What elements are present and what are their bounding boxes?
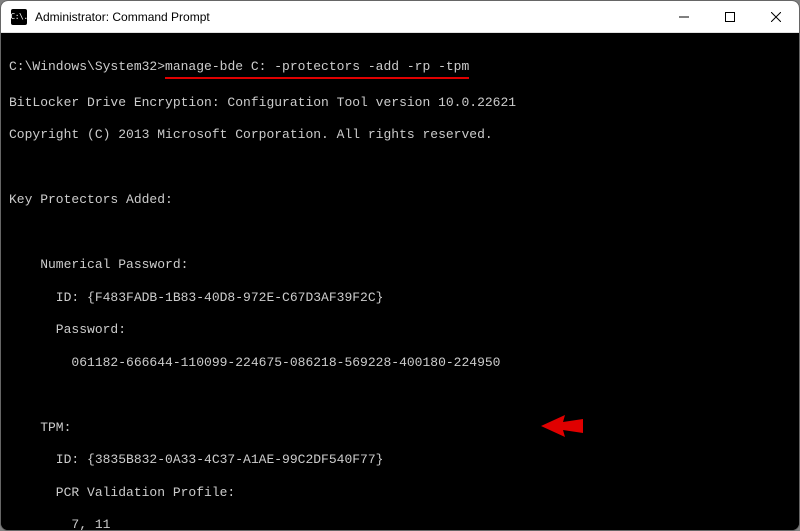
maximize-icon <box>725 12 735 22</box>
output-line: Copyright (C) 2013 Microsoft Corporation… <box>9 127 791 143</box>
window-controls <box>661 1 799 32</box>
cmd-window: C:\. Administrator: Command Prompt C:\Wi… <box>0 0 800 531</box>
output-line: 061182-666644-110099-224675-086218-56922… <box>9 355 791 371</box>
arrow-annotation-icon <box>541 415 583 437</box>
output-line: Key Protectors Added: <box>9 192 791 208</box>
output-line: ID: {F483FADB-1B83-40D8-972E-C67D3AF39F2… <box>9 290 791 306</box>
command-1: manage-bde C: -protectors -add -rp -tpm <box>165 59 469 78</box>
cmd-icon: C:\. <box>11 9 27 25</box>
blank-line <box>9 225 791 241</box>
maximize-button[interactable] <box>707 1 753 32</box>
terminal-area[interactable]: C:\Windows\System32>manage-bde C: -prote… <box>1 33 799 530</box>
output-line: Numerical Password: <box>9 257 791 273</box>
minimize-icon <box>679 12 689 22</box>
minimize-button[interactable] <box>661 1 707 32</box>
blank-line <box>9 387 791 403</box>
close-button[interactable] <box>753 1 799 32</box>
prompt-line-1: C:\Windows\System32>manage-bde C: -prote… <box>9 59 791 78</box>
output-line: PCR Validation Profile: <box>9 485 791 501</box>
output-line: Password: <box>9 322 791 338</box>
blank-line <box>9 160 791 176</box>
output-line: ID: {3835B832-0A33-4C37-A1AE-99C2DF540F7… <box>9 452 791 468</box>
titlebar[interactable]: C:\. Administrator: Command Prompt <box>1 1 799 33</box>
output-line: 7, 11 <box>9 517 791 530</box>
prompt-path: C:\Windows\System32> <box>9 59 165 74</box>
output-line: TPM: <box>9 420 791 436</box>
close-icon <box>771 12 781 22</box>
window-title: Administrator: Command Prompt <box>35 10 661 24</box>
output-line: BitLocker Drive Encryption: Configuratio… <box>9 95 791 111</box>
